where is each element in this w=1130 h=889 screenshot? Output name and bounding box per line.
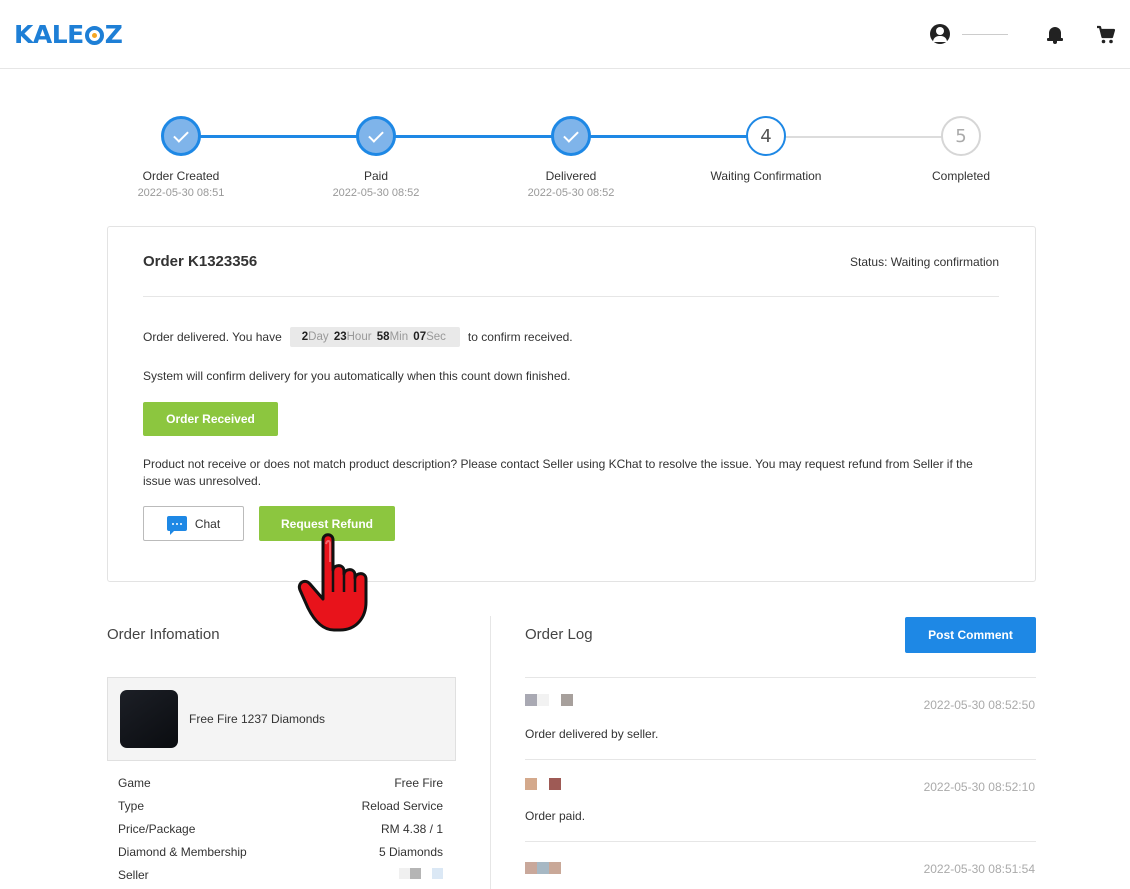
step-label: Waiting Confirmation: [710, 169, 822, 183]
step-connector-done: [590, 135, 747, 138]
info-row-seller: Seller: [118, 868, 443, 882]
step-date: 2022-05-30 08:52: [527, 187, 615, 199]
log-user-avatar-placeholder: [525, 778, 561, 790]
kaleoz-logo[interactable]: KALE Z: [14, 20, 123, 49]
step-5-number: 5: [941, 116, 981, 156]
log-text: Order delivered by seller.: [525, 727, 659, 741]
step-2-check-icon: [356, 116, 396, 156]
auto-confirm-text: System will confirm delivery for you aut…: [143, 369, 571, 383]
step-label: Completed: [931, 169, 991, 183]
pointing-hand-icon: [297, 533, 368, 632]
log-text: Order paid.: [525, 809, 586, 823]
order-log-title: Order Log: [525, 626, 593, 643]
step-label: Delivered: [545, 169, 597, 183]
divider: [525, 677, 1036, 678]
step-connector-done: [395, 135, 555, 138]
info-row-type: Type Reload Service: [118, 799, 443, 813]
countdown-timer: 2Day 23Hour 58Min 07Sec: [289, 327, 460, 347]
info-row-game: Game Free Fire: [118, 776, 443, 790]
divider: [525, 759, 1036, 760]
user-icon[interactable]: [930, 24, 950, 44]
post-comment-button[interactable]: Post Comment: [905, 617, 1036, 653]
username-placeholder[interactable]: [962, 34, 1008, 35]
step-1-check-icon: [161, 116, 201, 156]
chat-icon: [166, 516, 187, 535]
step-date: 2022-05-30 08:52: [332, 187, 420, 199]
step-connector-done: [200, 135, 360, 138]
chat-button[interactable]: Chat: [143, 506, 244, 541]
order-title: Order K1323356: [143, 253, 258, 270]
order-status: Status: Waiting confirmation: [850, 255, 999, 269]
step-3-check-icon: [551, 116, 591, 156]
step-date: 2022-05-30 08:51: [137, 187, 225, 199]
logo-o-mark: [84, 26, 104, 45]
order-information-title: Order Infomation: [107, 626, 220, 643]
product-name: Free Fire 1237 Diamonds: [189, 712, 326, 726]
info-row-price: Price/Package RM 4.38 / 1: [118, 822, 443, 836]
bell-icon[interactable]: [1047, 26, 1063, 44]
divider: [143, 296, 999, 297]
step-label: Order Created: [142, 169, 220, 183]
log-time: 2022-05-30 08:52:50: [923, 698, 1035, 712]
product-card[interactable]: Free Fire 1237 Diamonds: [107, 677, 456, 761]
refund-help-text: Product not receive or does not match pr…: [143, 457, 973, 488]
column-divider: [490, 616, 491, 889]
info-row-diamond: Diamond & Membership 5 Diamonds: [118, 845, 443, 859]
order-received-button[interactable]: Order Received: [143, 402, 278, 436]
product-image: [120, 690, 178, 748]
log-time: 2022-05-30 08:52:10: [923, 780, 1035, 794]
log-time: 2022-05-30 08:51:54: [923, 862, 1035, 876]
divider: [525, 841, 1036, 842]
log-user-avatar-placeholder: [525, 862, 561, 874]
step-4-number: 4: [746, 116, 786, 156]
log-user-avatar-placeholder: [525, 694, 573, 706]
order-card: Order K1323356 Status: Waiting confirmat…: [107, 226, 1036, 582]
top-header: KALE Z: [0, 0, 1130, 69]
delivered-countdown-line: Order delivered. You have 2Day 23Hour 58…: [143, 327, 573, 347]
seller-avatar-placeholder[interactable]: [399, 868, 443, 882]
step-connector-pending: [785, 136, 942, 138]
cart-icon[interactable]: [1096, 25, 1116, 45]
step-label: Paid: [363, 169, 389, 183]
